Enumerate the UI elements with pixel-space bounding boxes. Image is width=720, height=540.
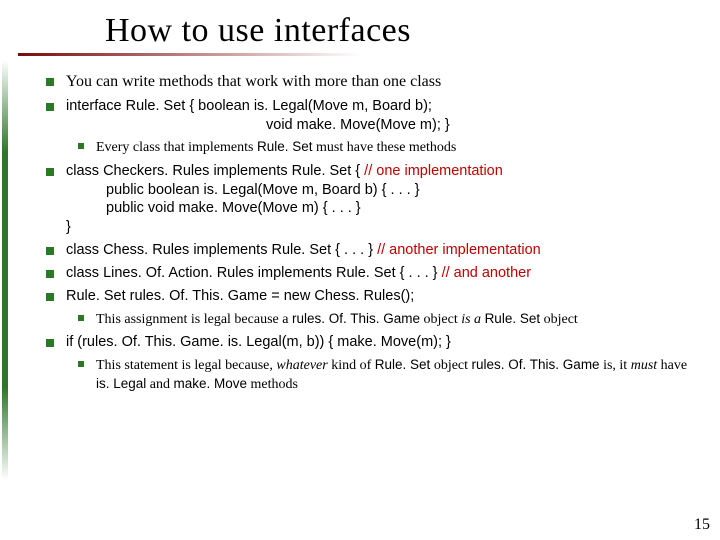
italic: is a — [461, 312, 481, 327]
italic: whatever — [276, 358, 327, 373]
code-line: public void make. Move(Move m) { . . . } — [66, 199, 696, 218]
text: is, it — [600, 358, 631, 373]
subbullet-every-class: Every class that implements Rule. Set mu… — [78, 138, 696, 157]
italic: must — [631, 358, 657, 373]
text: methods — [247, 377, 298, 392]
code-inline: rules. Of. This. Game — [472, 357, 600, 372]
bullet-checkers: class Checkers. Rules implements Rule. S… — [46, 162, 696, 237]
text: This assignment is legal because a — [96, 312, 292, 327]
title-area: How to use interfaces — [0, 0, 720, 56]
text: object — [420, 312, 461, 327]
code-comment: // one implementation — [364, 163, 503, 179]
code-line: public boolean is. Legal(Move m, Board b… — [66, 181, 696, 200]
code-line: } — [66, 218, 696, 237]
code-comment: // and another — [442, 265, 532, 281]
accent-bar — [2, 60, 8, 480]
code-inline: Rule. Set — [375, 357, 431, 372]
subbullet-stmt-legal: This statement is legal because, whateve… — [78, 356, 696, 394]
slide-title: How to use interfaces — [105, 12, 720, 50]
bullet-assignment: Rule. Set rules. Of. This. Game = new Ch… — [46, 287, 696, 306]
code-line: void make. Move(Move m); } — [66, 116, 696, 135]
bullet-interface-decl: interface Rule. Set { boolean is. Legal(… — [46, 97, 696, 135]
code-line: interface Rule. Set { boolean is. Legal(… — [66, 98, 432, 114]
text: object — [540, 312, 578, 327]
code-inline: rules. Of. This. Game — [292, 311, 420, 326]
text: kind of — [328, 358, 375, 373]
text: must have these methods — [313, 140, 457, 155]
text: have — [657, 358, 687, 373]
bullet-chess: class Chess. Rules implements Rule. Set … — [46, 241, 696, 260]
code-inline: is. Legal — [96, 376, 146, 391]
code-comment: // another implementation — [377, 242, 541, 258]
code-line: class Checkers. Rules implements Rule. S… — [66, 163, 364, 179]
subbullet-assignment-legal: This assignment is legal because a rules… — [78, 310, 696, 329]
code-inline: make. Move — [174, 376, 248, 391]
bullet-linesofaction: class Lines. Of. Action. Rules implement… — [46, 264, 696, 283]
content: You can write methods that work with mor… — [46, 72, 696, 394]
code-inline: Rule. Set — [485, 311, 541, 326]
text: This statement is legal because, — [96, 358, 276, 373]
title-underline — [18, 53, 360, 56]
text: object — [430, 358, 471, 373]
bullet-if-stmt: if (rules. Of. This. Game. is. Legal(m, … — [46, 333, 696, 352]
bullet-intro: You can write methods that work with mor… — [46, 72, 696, 93]
slide: How to use interfaces You can write meth… — [0, 0, 720, 540]
code-line: class Chess. Rules implements Rule. Set … — [66, 242, 377, 258]
text: and — [146, 377, 173, 392]
page-number: 15 — [694, 516, 710, 534]
text: Every class that implements — [96, 140, 257, 155]
code-inline: Rule. Set — [257, 139, 313, 154]
code-line: class Lines. Of. Action. Rules implement… — [66, 265, 442, 281]
